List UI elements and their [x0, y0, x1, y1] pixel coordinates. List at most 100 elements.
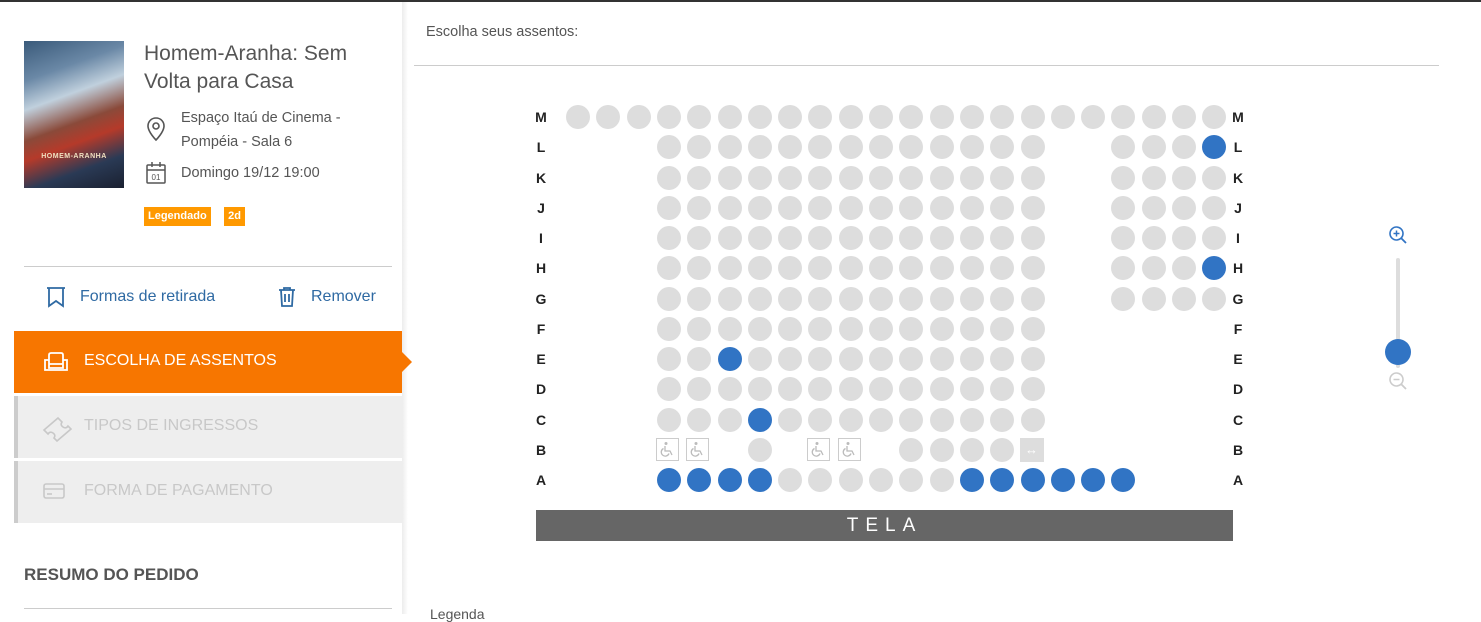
seat-available[interactable] — [838, 347, 863, 371]
seat-available[interactable] — [656, 377, 681, 402]
seat-available[interactable] — [929, 468, 954, 492]
seat-available[interactable] — [808, 195, 833, 220]
seat-taken[interactable] — [959, 468, 984, 492]
seat-available[interactable] — [869, 407, 893, 432]
seat-available[interactable] — [687, 256, 712, 281]
seat-available[interactable] — [838, 135, 863, 160]
seat-available[interactable] — [959, 437, 984, 462]
seat-taken[interactable] — [1050, 468, 1075, 492]
seat-taken[interactable] — [1020, 468, 1045, 492]
seat-available[interactable] — [1020, 195, 1045, 220]
seat-available[interactable] — [1141, 286, 1166, 311]
seat-available[interactable] — [990, 347, 1015, 371]
seat-available[interactable] — [1172, 286, 1196, 311]
seat-available[interactable] — [869, 468, 893, 492]
seat-available[interactable] — [778, 377, 803, 402]
seat-available[interactable] — [899, 195, 924, 220]
seat-taken[interactable] — [687, 468, 712, 492]
seat-available[interactable] — [838, 407, 863, 432]
seat-available[interactable] — [1141, 135, 1166, 160]
zoom-in-icon[interactable] — [1388, 225, 1408, 245]
seat-available[interactable] — [1202, 105, 1227, 129]
seat-available[interactable] — [1172, 105, 1196, 129]
seat-available[interactable] — [687, 347, 712, 371]
seat-available[interactable] — [1111, 105, 1136, 129]
seat-available[interactable] — [1050, 105, 1075, 129]
seat-taken[interactable] — [990, 468, 1015, 492]
seat-available[interactable] — [1111, 286, 1136, 311]
seat-available[interactable] — [990, 437, 1015, 462]
seat-available[interactable] — [899, 256, 924, 281]
seat-available[interactable] — [899, 165, 924, 190]
seat-available[interactable] — [778, 256, 803, 281]
seat-available[interactable] — [990, 135, 1015, 160]
seat-available[interactable] — [959, 135, 984, 160]
seat-available[interactable] — [959, 195, 984, 220]
seat-available[interactable] — [1141, 105, 1166, 129]
seat-available[interactable] — [717, 135, 742, 160]
seat-available[interactable] — [929, 407, 954, 432]
seat-available[interactable] — [656, 226, 681, 250]
seat-available[interactable] — [1020, 226, 1045, 250]
seat-available[interactable] — [899, 316, 924, 341]
seat-available[interactable] — [838, 256, 863, 281]
seat-available[interactable] — [869, 226, 893, 250]
seat-available[interactable] — [808, 256, 833, 281]
seat-available[interactable] — [717, 286, 742, 311]
seat-available[interactable] — [869, 256, 893, 281]
seat-available[interactable] — [1202, 226, 1227, 250]
seat-available[interactable] — [747, 135, 772, 160]
zoom-out-icon[interactable] — [1388, 371, 1408, 391]
seat-available[interactable] — [747, 195, 772, 220]
seat-available[interactable] — [778, 226, 803, 250]
seat-available[interactable] — [687, 105, 712, 129]
seat-taken[interactable] — [1111, 468, 1136, 492]
step-seat-selection[interactable]: ESCOLHA DE ASSENTOS — [14, 331, 412, 393]
seat-available[interactable] — [990, 226, 1015, 250]
seat-available[interactable] — [959, 256, 984, 281]
seat-available[interactable] — [717, 316, 742, 341]
seat-available[interactable] — [899, 286, 924, 311]
seat-available[interactable] — [1111, 135, 1136, 160]
seat-available[interactable] — [869, 105, 893, 129]
seat-available[interactable] — [656, 316, 681, 341]
seat-available[interactable] — [838, 195, 863, 220]
seat-available[interactable] — [1172, 165, 1196, 190]
seat-available[interactable] — [1020, 105, 1045, 129]
seat-available[interactable] — [929, 256, 954, 281]
seat-available[interactable] — [990, 105, 1015, 129]
seat-available[interactable] — [959, 105, 984, 129]
seat-available[interactable] — [929, 347, 954, 371]
seat-available[interactable] — [566, 105, 590, 129]
seat-available[interactable] — [929, 135, 954, 160]
seat-available[interactable] — [1141, 256, 1166, 281]
seat-available[interactable] — [656, 286, 681, 311]
seat-available[interactable] — [899, 468, 924, 492]
seat-available[interactable] — [990, 256, 1015, 281]
seat-available[interactable] — [656, 407, 681, 432]
pickup-options-link[interactable]: Formas de retirada — [44, 284, 244, 310]
seat-available[interactable] — [808, 377, 833, 402]
seat-available[interactable] — [1020, 165, 1045, 190]
seat-available[interactable] — [808, 407, 833, 432]
seat-available[interactable] — [687, 316, 712, 341]
seat-available[interactable] — [656, 256, 681, 281]
seat-available[interactable] — [929, 165, 954, 190]
seat-available[interactable] — [717, 105, 742, 129]
seat-available[interactable] — [656, 195, 681, 220]
seat-available[interactable] — [929, 195, 954, 220]
wheelchair-seat[interactable] — [655, 437, 679, 461]
seat-available[interactable] — [959, 286, 984, 311]
seat-available[interactable] — [899, 407, 924, 432]
seat-available[interactable] — [899, 347, 924, 371]
seat-available[interactable] — [1141, 195, 1166, 220]
seat-available[interactable] — [747, 256, 772, 281]
seat-available[interactable] — [596, 105, 621, 129]
seat-available[interactable] — [1202, 286, 1227, 311]
seat-available[interactable] — [1020, 347, 1045, 371]
seat-available[interactable] — [869, 347, 893, 371]
seat-available[interactable] — [1020, 316, 1045, 341]
seat-available[interactable] — [626, 105, 651, 129]
seat-available[interactable] — [656, 165, 681, 190]
seat-available[interactable] — [656, 105, 681, 129]
